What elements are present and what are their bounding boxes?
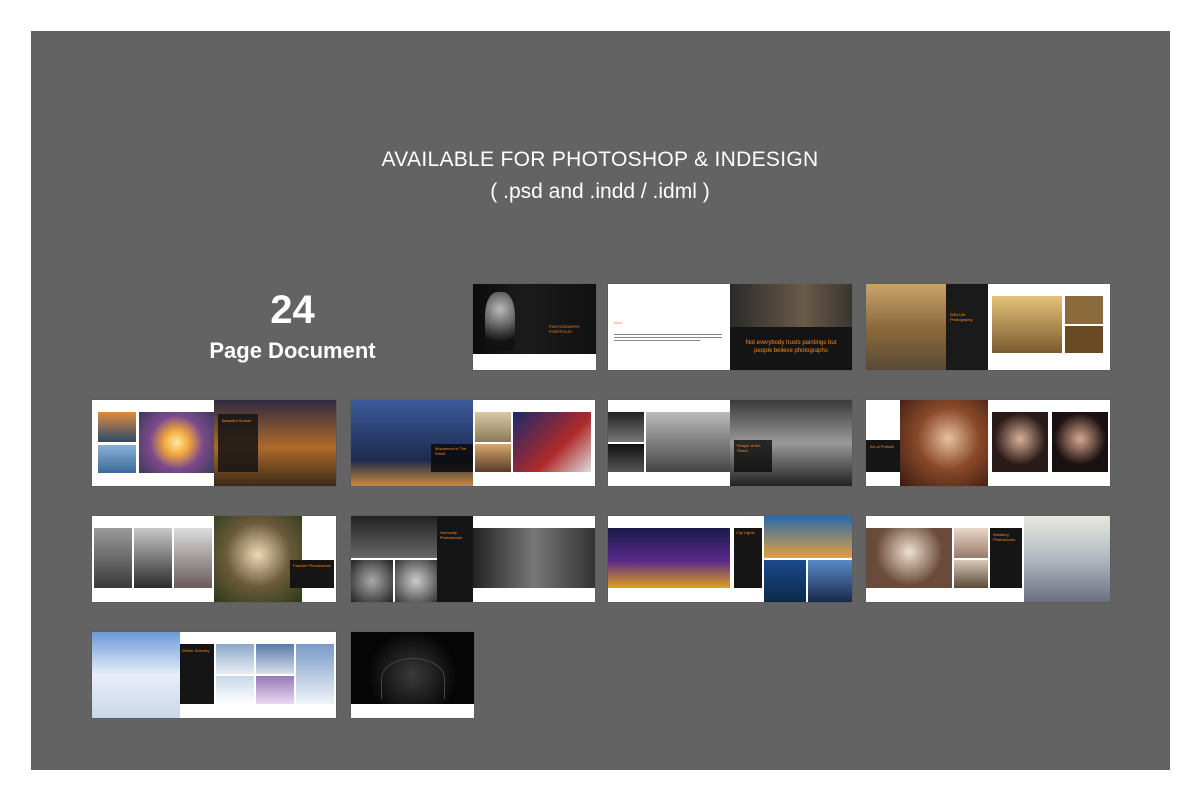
spread-quote: Not everybody trusts paintings but peopl… bbox=[745, 340, 837, 354]
city-photo-2 bbox=[764, 516, 852, 558]
humanity-photo-4 bbox=[473, 528, 595, 588]
spread-back-cover bbox=[351, 632, 474, 718]
fashion-photo-3 bbox=[174, 528, 212, 588]
spread-wedding: Wedding Photoshoots bbox=[866, 516, 1110, 602]
winter-photo-2 bbox=[216, 644, 254, 674]
spread-title: Intro bbox=[614, 320, 623, 325]
humanity-photo-1 bbox=[351, 516, 437, 558]
taj-photo bbox=[475, 412, 511, 442]
page-count-label: Page Document bbox=[209, 338, 376, 363]
spread-title: Beautiful Sunset bbox=[222, 418, 252, 423]
liberty-photo bbox=[513, 412, 591, 472]
winter-photo-6 bbox=[256, 676, 294, 704]
spread-title: People of the Street bbox=[737, 443, 761, 453]
street-photo-2 bbox=[608, 444, 644, 472]
winter-photo-1 bbox=[92, 632, 180, 718]
spread-title: Art of Portrait bbox=[870, 444, 894, 449]
text-block bbox=[437, 516, 473, 602]
spread-title: Fashion Photoshoots bbox=[293, 563, 331, 568]
spread-title: Wedding Photoshoots bbox=[993, 532, 1016, 542]
page-count: 24 bbox=[270, 288, 315, 332]
sunset-photo-1 bbox=[98, 412, 136, 442]
cub-photo bbox=[1065, 296, 1103, 324]
spread-title: Humanity Photoshoots bbox=[440, 530, 463, 540]
spread-humanity: Humanity Photoshoots bbox=[351, 516, 595, 602]
wedding-photo-3 bbox=[954, 560, 988, 588]
spread-title: Winter Scenery bbox=[182, 648, 210, 653]
fashion-photo-2 bbox=[134, 528, 172, 588]
hair-portrait-photo bbox=[900, 400, 988, 486]
wedding-photo-2 bbox=[954, 528, 988, 558]
street-photo-1 bbox=[608, 412, 644, 442]
sunset-photo-2 bbox=[98, 445, 136, 473]
city-photo-4 bbox=[808, 560, 852, 602]
giraffe-photo bbox=[992, 296, 1062, 353]
body-text bbox=[614, 334, 722, 343]
text-block bbox=[946, 284, 988, 370]
sunset-photo-3 bbox=[139, 412, 214, 473]
winter-photo-3 bbox=[256, 644, 294, 674]
wedding-photo-1 bbox=[866, 528, 952, 588]
winter-photo-5 bbox=[216, 676, 254, 704]
spread-monuments: Monument of The World bbox=[351, 400, 595, 486]
spread-street: People of the Street bbox=[608, 400, 852, 486]
tower-photo bbox=[351, 400, 473, 486]
spread-intro: Intro Not everybody trusts paintings but… bbox=[608, 284, 852, 370]
spread-sunset: Beautiful Sunset bbox=[92, 400, 336, 486]
spread-city: City Lights bbox=[608, 516, 852, 602]
elephant-photo bbox=[866, 284, 946, 370]
lion-photo bbox=[1065, 326, 1103, 353]
portrait-photo-3 bbox=[1052, 412, 1108, 472]
spread-cover: PHOTOGRAPHY PORTFOLIO bbox=[473, 284, 596, 370]
spread-title: Wild Life Photography bbox=[950, 312, 973, 322]
headline-line-2: ( .psd and .indd / .idml ) bbox=[490, 180, 710, 203]
spread-wildlife: Wild Life Photography bbox=[866, 284, 1110, 370]
spread-winter: Winter Scenery bbox=[92, 632, 336, 718]
eiffel-photo bbox=[475, 444, 511, 472]
humanity-photo-3 bbox=[395, 560, 437, 602]
portrait-figure bbox=[485, 292, 515, 350]
fashion-photo-1 bbox=[94, 528, 132, 588]
text-block bbox=[734, 528, 762, 588]
city-night-photo bbox=[608, 528, 730, 588]
headline-line-1: AVAILABLE FOR PHOTOSHOP & INDESIGN bbox=[381, 148, 819, 171]
spread-title: PHOTOGRAPHY PORTFOLIO bbox=[549, 324, 580, 334]
spread-fashion: Fashion Photoshoots bbox=[92, 516, 336, 602]
hat-model-photo bbox=[214, 516, 302, 602]
humanity-photo-2 bbox=[351, 560, 393, 602]
street-photo-3 bbox=[646, 412, 730, 472]
spread-title: City Lights bbox=[736, 530, 755, 535]
wedding-photo-4 bbox=[1024, 516, 1110, 602]
portrait-photo-2 bbox=[992, 412, 1048, 472]
spread-title: Monument of The World bbox=[435, 446, 467, 456]
city-photo-3 bbox=[764, 560, 806, 602]
text-block bbox=[180, 644, 214, 704]
lens-ring bbox=[381, 658, 445, 699]
camera-photo bbox=[730, 284, 852, 327]
winter-photo-4 bbox=[296, 644, 334, 704]
spread-portrait: Art of Portrait bbox=[866, 400, 1110, 486]
